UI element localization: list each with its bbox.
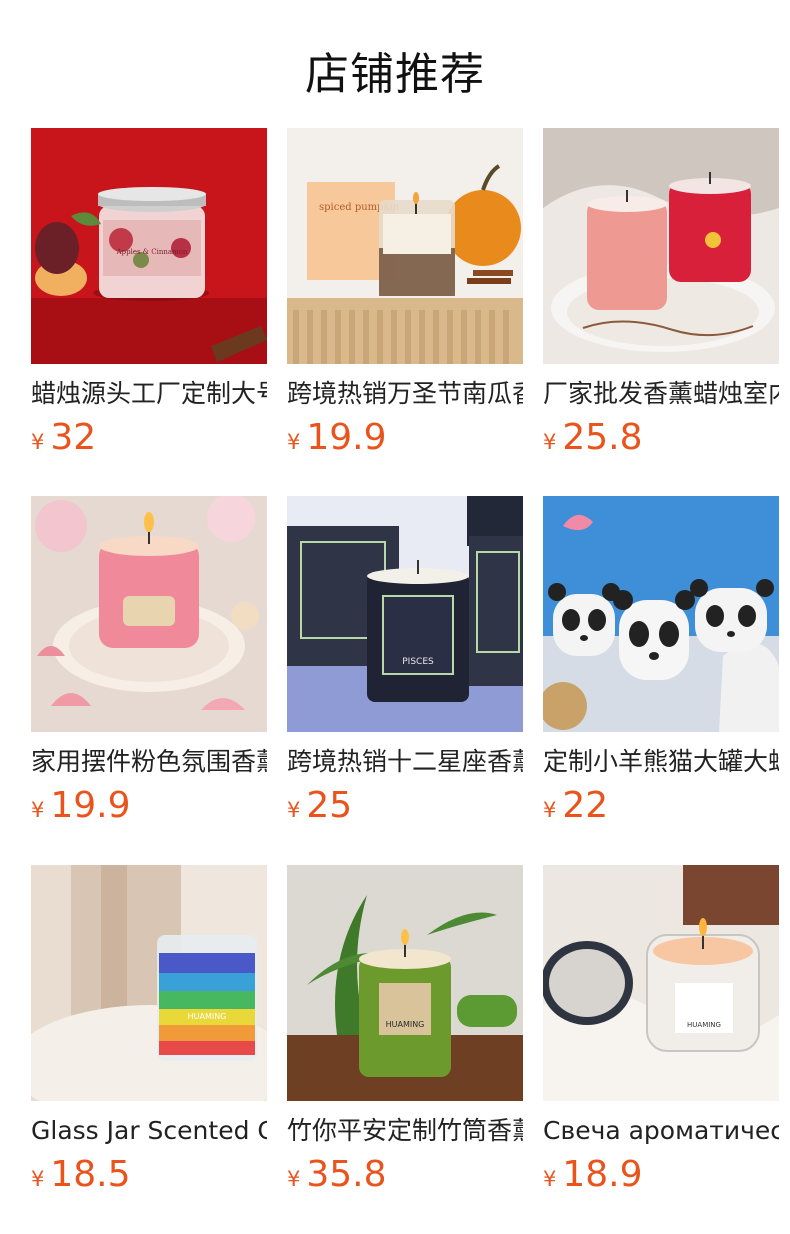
product-card[interactable]: PISCES 跨境热销十二星座香薰 ¥25 [287,496,523,834]
product-name[interactable]: 蜡烛源头工厂定制大号 [31,378,267,410]
candle-red-tin-icon[interactable]: Apples & Cinnamon [31,128,267,364]
glass-jar-candle-icon[interactable]: HUAMING [543,865,779,1101]
product-price: ¥22 [543,784,779,834]
currency-symbol: ¥ [543,798,557,822]
product-card[interactable]: spiced pumpkin 跨境热销万圣节南瓜香 ¥19.9 [287,128,523,466]
currency-symbol: ¥ [31,430,45,454]
product-price: ¥19.9 [287,416,523,466]
price-value: 25.8 [562,417,643,458]
product-name[interactable]: 跨境热销十二星座香薰 [287,746,523,778]
price-value: 18.5 [50,1154,131,1195]
currency-symbol: ¥ [31,1167,45,1191]
price-value: 35.8 [306,1154,387,1195]
price-value: 25 [306,785,353,826]
svg-text:HUAMING: HUAMING [188,1012,227,1021]
svg-text:PISCES: PISCES [402,657,434,667]
product-price: ¥18.5 [31,1153,267,1203]
price-value: 22 [562,785,609,826]
price-value: 19.9 [306,417,387,458]
product-price: ¥32 [31,416,267,466]
product-name[interactable]: 跨境热销万圣节南瓜香 [287,378,523,410]
price-value: 19.9 [50,785,131,826]
pink-red-candles-icon[interactable] [543,128,779,364]
product-name[interactable]: 厂家批发香薰蜡烛室内 [543,378,779,410]
svg-text:Apples & Cinnamon: Apples & Cinnamon [116,248,188,256]
product-price: ¥25.8 [543,416,779,466]
page-title: 店铺推荐 [305,49,485,100]
currency-symbol: ¥ [287,1167,301,1191]
product-card[interactable]: 定制小羊熊猫大罐大蜡 ¥22 [543,496,779,834]
bamboo-candle-icon[interactable]: HUAMING [287,865,523,1101]
pink-shell-candle-icon[interactable] [31,496,267,732]
zodiac-candle-icon[interactable]: PISCES [287,496,523,732]
product-card[interactable]: Apples & Cinnamon 蜡烛源头工厂定制大号 ¥32 [31,128,267,466]
currency-symbol: ¥ [31,798,45,822]
product-name[interactable]: 竹你平安定制竹筒香薰 [287,1115,523,1147]
currency-symbol: ¥ [543,1167,557,1191]
currency-symbol: ¥ [543,430,557,454]
product-card[interactable]: HUAMING 竹你平安定制竹筒香薰 ¥35.8 [287,865,523,1203]
currency-symbol: ¥ [287,430,301,454]
currency-symbol: ¥ [287,798,301,822]
product-price: ¥35.8 [287,1153,523,1203]
product-name[interactable]: Glass Jar Scented Candle [31,1115,267,1147]
product-name[interactable]: 定制小羊熊猫大罐大蜡 [543,746,779,778]
product-price: ¥18.9 [543,1153,779,1203]
rainbow-candle-icon[interactable]: HUAMING [31,865,267,1101]
svg-text:HUAMING: HUAMING [386,1020,425,1029]
product-price: ¥19.9 [31,784,267,834]
pumpkin-candle-icon[interactable]: spiced pumpkin [287,128,523,364]
panda-cups-icon[interactable] [543,496,779,732]
product-card[interactable]: HUAMING Glass Jar Scented Candle ¥18.5 [31,865,267,1203]
product-name[interactable]: 家用摆件粉色氛围香薰 [31,746,267,778]
product-name[interactable]: Свеча ароматическая [543,1115,779,1147]
price-value: 32 [50,417,97,458]
product-price: ¥25 [287,784,523,834]
product-card[interactable]: 家用摆件粉色氛围香薰 ¥19.9 [31,496,267,834]
product-card[interactable]: 厂家批发香薰蜡烛室内 ¥25.8 [543,128,779,466]
product-card[interactable]: HUAMING Свеча ароматическая ¥18.9 [543,865,779,1203]
price-value: 18.9 [562,1154,643,1195]
svg-text:HUAMING: HUAMING [687,1021,721,1029]
